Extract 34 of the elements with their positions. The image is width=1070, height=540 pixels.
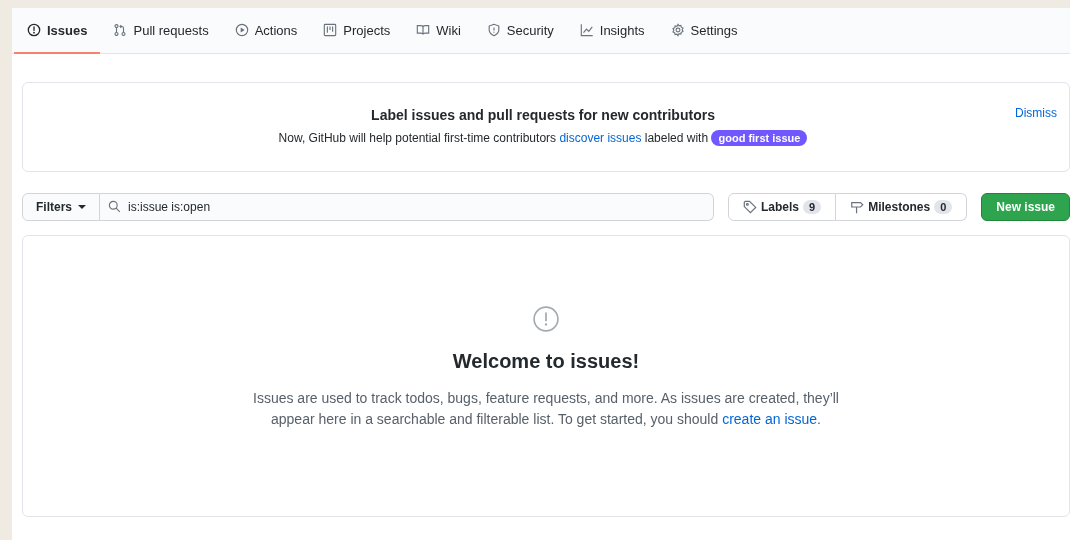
- book-icon: [416, 23, 431, 37]
- project-board-icon: [323, 23, 338, 37]
- create-issue-link[interactable]: create an issue: [722, 411, 818, 427]
- play-icon: [234, 23, 249, 37]
- caret-icon: [78, 205, 86, 209]
- graph-icon: [579, 23, 594, 37]
- nav-tab[interactable]: Issues: [14, 8, 101, 54]
- shield-icon: [486, 23, 501, 37]
- nav-tab[interactable]: Actions: [221, 8, 311, 54]
- nav-tab[interactable]: Security: [473, 8, 567, 54]
- banner-text: Now, GitHub will help potential first-time contributors discover issues labeled with good first issue: [87, 131, 999, 145]
- labels-count: 9: [803, 200, 822, 214]
- search-field[interactable]: is:issue is:open: [100, 193, 714, 221]
- blankslate-title: Welcome to issues!: [452, 350, 640, 373]
- pull-request-icon: [113, 23, 128, 37]
- settings-icon: [670, 23, 685, 37]
- nav-tab[interactable]: Projects: [310, 8, 404, 54]
- dismiss-link[interactable]: Dismiss: [1015, 106, 1057, 120]
- milestones-button[interactable]: Milestones 0: [836, 193, 968, 221]
- issue-icon: [27, 23, 41, 37]
- nav-tab[interactable]: Insights: [566, 8, 658, 54]
- blankslate-text: Issues are used to track todos, bugs, feature requests, and more. As issues are created, they’ll appear here in a searchable and filterable list. To get started, you should create an issue.: [252, 389, 840, 429]
- labels-button[interactable]: Labels 9: [728, 193, 837, 221]
- filters-button[interactable]: Filters: [22, 193, 100, 221]
- issue-icon: [533, 306, 559, 332]
- nav-tab[interactable]: Pull requests: [100, 8, 222, 54]
- tag-icon: [743, 200, 757, 214]
- nav-tab[interactable]: Settings: [657, 8, 751, 54]
- milestones-count: 0: [934, 200, 953, 214]
- nav-tab[interactable]: Wiki: [403, 8, 474, 54]
- discover-issues-link[interactable]: discover issues: [559, 131, 642, 145]
- signpost-icon: [850, 200, 865, 214]
- banner-title: Label issues and pull requests for new contributors: [370, 107, 716, 123]
- issue-label: good first issue: [711, 130, 808, 146]
